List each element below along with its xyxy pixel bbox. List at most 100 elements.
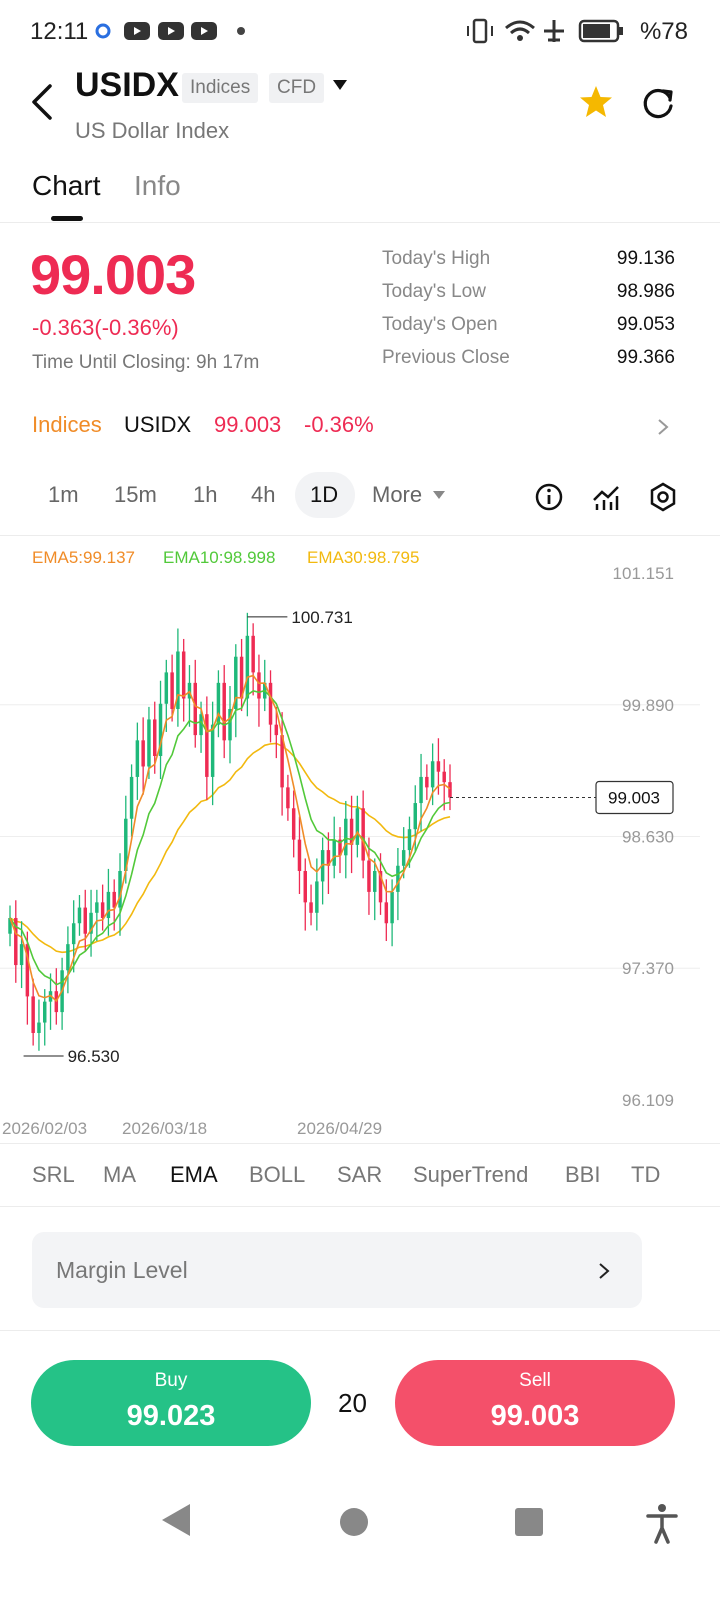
tab-active-indicator	[51, 216, 83, 221]
stat-label-high: Today's High	[382, 248, 491, 269]
candle	[315, 881, 319, 913]
candle	[291, 808, 296, 840]
candlestick-chart[interactable]: 101.151 99.890 98.630 97.370 96.109 2026/02/…	[0, 540, 720, 1140]
candle	[303, 870, 307, 903]
candle	[129, 776, 134, 819]
timeframe-1h[interactable]: 1h	[193, 482, 217, 508]
candle	[274, 724, 279, 736]
indicator-sar[interactable]: SAR	[337, 1162, 382, 1188]
candle	[430, 761, 435, 788]
buy-price: 99.023	[126, 1400, 216, 1432]
buy-button[interactable]: Buy 99.023	[31, 1360, 311, 1446]
candle	[413, 803, 417, 830]
candle	[384, 902, 389, 924]
candle	[367, 860, 371, 892]
divider	[0, 535, 720, 536]
divider	[0, 1143, 720, 1144]
candle	[442, 771, 446, 783]
timeframe-more[interactable]: More	[372, 482, 422, 508]
candle	[83, 907, 87, 934]
timeframe-15m[interactable]: 15m	[114, 482, 157, 508]
candle	[396, 865, 400, 892]
sell-label: Sell	[519, 1370, 551, 1391]
indicator-ema[interactable]: EMA	[170, 1162, 218, 1188]
stat-label-prev-close: Previous Close	[382, 347, 510, 368]
y-tick-label: 96.109	[622, 1091, 674, 1110]
indicator-td[interactable]: TD	[631, 1162, 660, 1188]
chart-indicator-icon[interactable]	[591, 482, 621, 512]
candle	[153, 719, 157, 757]
favorite-star-icon[interactable]	[578, 84, 614, 120]
price-change: -0.363(-0.36%)	[32, 315, 179, 340]
min-price-label: 96.530	[68, 1047, 120, 1066]
candle	[95, 902, 99, 913]
indicator-supertrend[interactable]: SuperTrend	[413, 1162, 528, 1188]
divider	[0, 1330, 720, 1331]
divider	[0, 1206, 720, 1207]
status-bar: 12:11 %78	[0, 0, 720, 60]
indicator-boll[interactable]: BOLL	[249, 1162, 305, 1188]
timeframe-1m[interactable]: 1m	[48, 482, 79, 508]
candle	[210, 724, 215, 777]
nav-recents-icon[interactable]	[513, 1500, 545, 1540]
candle	[141, 740, 145, 767]
nav-back-icon[interactable]	[158, 1500, 192, 1540]
more-dropdown-icon[interactable]	[433, 491, 445, 499]
candle	[436, 761, 441, 772]
timeframe-4h[interactable]: 4h	[251, 482, 275, 508]
tab-info[interactable]: Info	[134, 170, 181, 202]
candle	[257, 672, 261, 699]
sell-button[interactable]: Sell 99.003	[395, 1360, 675, 1446]
candle	[425, 776, 429, 788]
timeframe-1d[interactable]: 1D	[310, 482, 338, 508]
candle	[77, 907, 82, 924]
y-tick-label: 98.630	[622, 828, 674, 847]
chevron-down-icon[interactable]	[333, 80, 347, 90]
max-price-label: 100.731	[291, 608, 352, 627]
candle	[251, 635, 255, 673]
candle	[147, 719, 151, 767]
candle	[401, 850, 406, 866]
refresh-icon[interactable]	[640, 84, 676, 120]
accessibility-icon[interactable]	[645, 1500, 679, 1544]
candle	[355, 808, 360, 845]
current-price: 99.003	[30, 243, 196, 306]
stat-value-high: 99.136	[616, 248, 675, 269]
settings-gear-icon[interactable]	[648, 482, 678, 512]
candle	[181, 651, 186, 699]
index-price: 99.003	[214, 412, 282, 437]
index-category: Indices	[32, 412, 102, 437]
system-status-icons	[467, 18, 623, 44]
indicator-srl[interactable]: SRL	[32, 1162, 75, 1188]
stat-value-open: 99.053	[616, 314, 675, 335]
candle	[407, 829, 412, 851]
chevron-right-icon	[658, 419, 669, 435]
leverage-value[interactable]: 20	[330, 1388, 375, 1419]
candle	[390, 891, 394, 924]
nav-home-icon[interactable]	[338, 1500, 370, 1540]
candle	[106, 891, 111, 919]
symbol-title: USIDX	[75, 66, 179, 104]
candle	[268, 682, 273, 725]
tab-chart[interactable]: Chart	[32, 170, 100, 202]
candle	[373, 870, 377, 892]
stat-value-prev-close: 99.366	[616, 347, 675, 368]
y-tick-label: 101.151	[613, 564, 674, 583]
closing-countdown: Time Until Closing: 9h 17m	[32, 352, 260, 373]
status-time: 12:11	[30, 18, 89, 45]
candle	[245, 635, 250, 699]
y-tick-label: 97.370	[622, 959, 674, 978]
candle	[344, 818, 348, 856]
candle	[448, 782, 452, 798]
indicator-ma[interactable]: MA	[103, 1162, 136, 1188]
candle	[309, 902, 313, 913]
candle	[31, 996, 35, 1034]
product-tag: CFD	[269, 73, 325, 103]
back-arrow-icon[interactable]	[26, 82, 60, 122]
candle	[135, 740, 140, 777]
divider	[0, 222, 720, 223]
info-icon[interactable]	[534, 482, 564, 512]
battery-percent: %78	[639, 18, 688, 45]
indicator-bbi[interactable]: BBI	[565, 1162, 600, 1188]
candle	[419, 776, 423, 804]
